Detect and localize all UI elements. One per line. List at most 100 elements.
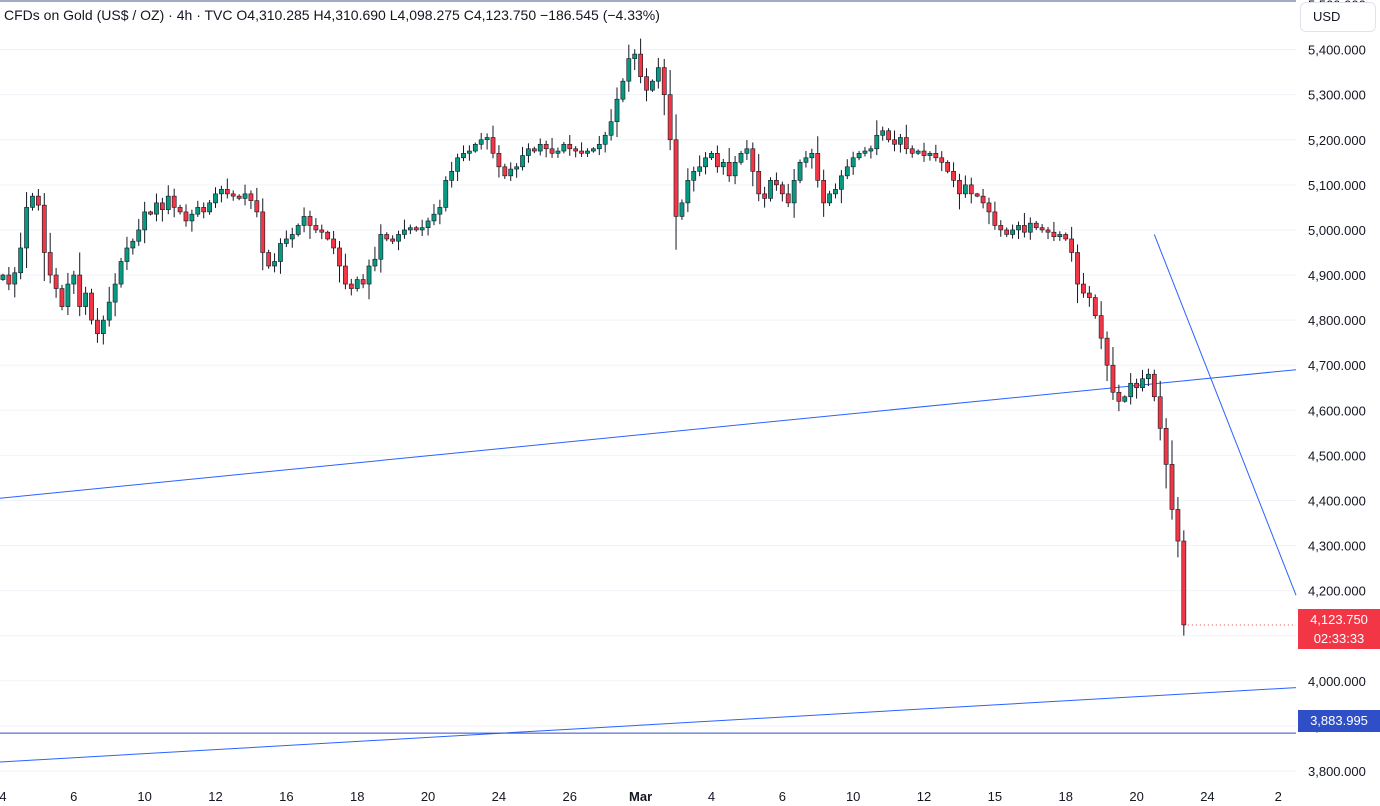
candle-up — [83, 292, 88, 307]
price-axis[interactable]: 3,800.0003,900.0004,000.0004,100.0004,20… — [1308, 0, 1366, 779]
candle-up — [472, 143, 478, 152]
candle-up — [195, 207, 201, 215]
candle-up — [614, 98, 620, 123]
candle-down — [53, 274, 59, 289]
candle-up — [455, 157, 460, 172]
candle-up — [520, 155, 525, 168]
candle-down — [980, 195, 986, 204]
candle-up — [378, 234, 384, 260]
candle-up — [272, 261, 277, 267]
candle-down — [974, 193, 980, 197]
candle-down — [1069, 238, 1075, 253]
candle-up — [1027, 222, 1033, 233]
candle-up — [354, 279, 360, 289]
candle-down — [644, 76, 649, 91]
candle-down — [1081, 283, 1086, 294]
candle-down — [384, 234, 390, 240]
candle-up — [591, 148, 596, 152]
candle-up — [555, 150, 561, 154]
time-axis[interactable]: 4 6 10 12 16 18 20 24 26 Mar 4 6 10 12 15 18 20 24 2 — [0, 789, 1282, 804]
candle-down — [543, 143, 549, 150]
trendline[interactable] — [0, 687, 1297, 763]
currency-selector[interactable]: USD — [1300, 2, 1376, 32]
candle-down — [6, 274, 12, 285]
candle-down — [1181, 540, 1187, 626]
candle-down — [47, 252, 53, 276]
candle-down — [390, 238, 396, 242]
candle-up — [508, 168, 514, 177]
candle-up — [295, 225, 301, 235]
candle-down — [998, 225, 1004, 231]
candle-up — [366, 265, 372, 285]
candle-up — [868, 148, 874, 152]
candle-down — [502, 166, 508, 177]
candle-down — [201, 207, 207, 213]
candle-up — [679, 202, 685, 217]
candle-down — [785, 193, 791, 204]
candle-down — [573, 148, 579, 152]
candle-up — [242, 193, 248, 199]
x-tick-label: 6 — [70, 789, 77, 804]
candle-down — [1004, 229, 1010, 235]
candle-down — [1033, 222, 1039, 228]
candle-up — [915, 150, 921, 154]
candle-down — [313, 225, 319, 231]
interval-label[interactable]: 4h — [177, 7, 193, 23]
trendline[interactable] — [0, 369, 1297, 499]
candle-up — [833, 189, 838, 195]
candle-up — [283, 238, 289, 244]
candle-down — [579, 150, 584, 154]
candle-up — [514, 166, 519, 170]
price-chart[interactable]: 3,800.0003,900.0004,000.0004,100.0004,20… — [0, 0, 1380, 806]
candle-up — [620, 80, 626, 100]
candle-up — [189, 213, 195, 222]
y-tick-label: 4,700.000 — [1308, 358, 1366, 373]
legend-separator: · — [168, 7, 173, 23]
candle-up — [396, 234, 401, 242]
candle-up — [1010, 229, 1015, 235]
candle-down — [1063, 234, 1069, 240]
candle-down — [951, 171, 956, 181]
horizontal-line-label[interactable]: 3,883.995 — [1298, 710, 1380, 732]
candle-up — [844, 166, 850, 177]
candle-up — [596, 143, 602, 150]
candle-up — [12, 272, 18, 285]
candle-up — [650, 80, 655, 91]
symbol-title[interactable]: CFDs on Gold (US$ / OZ) — [4, 7, 164, 23]
candle-down — [230, 193, 236, 197]
candle-up — [791, 180, 797, 204]
candle-down — [531, 148, 537, 152]
grid — [0, 0, 1296, 772]
candle-up — [467, 150, 472, 154]
candle-down — [992, 211, 998, 226]
candle-up — [289, 234, 295, 240]
candle-down — [903, 137, 909, 150]
candle-up — [862, 150, 868, 154]
candle-down — [1116, 391, 1122, 402]
low-value: L4,098.275 — [389, 7, 460, 23]
x-tick-label: 20 — [421, 789, 435, 804]
candle-up — [219, 189, 224, 195]
bar-countdown: 02:33:33 — [1313, 631, 1365, 646]
candle-down — [892, 139, 897, 145]
x-tick-label: 26 — [563, 789, 577, 804]
candle-down — [1098, 315, 1104, 339]
y-tick-label: 4,300.000 — [1308, 539, 1366, 554]
candle-down — [260, 211, 266, 253]
candle-up — [136, 229, 142, 242]
candle-up — [207, 202, 212, 213]
y-tick-label: 4,500.000 — [1308, 448, 1366, 463]
candle-down — [1092, 297, 1098, 316]
candle-up — [927, 152, 933, 156]
candle-up — [744, 148, 750, 154]
candle-up — [561, 143, 567, 152]
x-tick-label: 12 — [917, 789, 931, 804]
candle-up — [431, 213, 437, 222]
candle-down — [815, 152, 821, 181]
candle-down — [933, 152, 939, 159]
candle-down — [638, 53, 643, 77]
y-tick-label: 5,300.000 — [1308, 88, 1366, 103]
candle-down — [549, 148, 555, 154]
candle-down — [307, 216, 313, 226]
candle-up — [827, 193, 832, 204]
